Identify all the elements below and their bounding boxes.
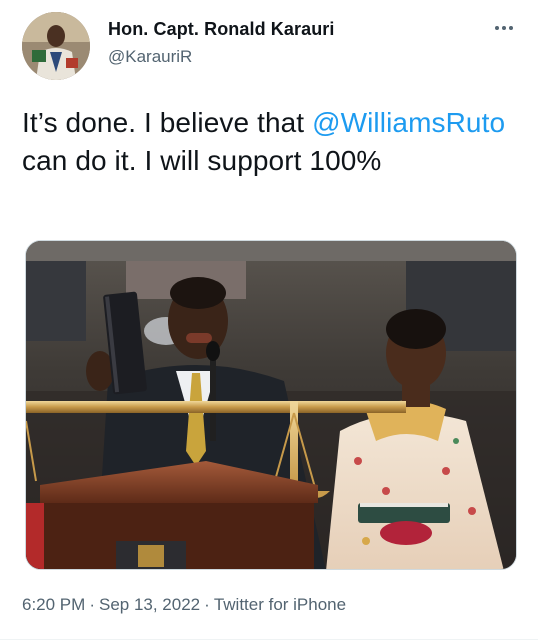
tweet-time[interactable]: 6:20 PM <box>22 595 85 614</box>
avatar[interactable] <box>22 12 90 80</box>
mention-link[interactable]: @WilliamsRuto <box>312 107 505 138</box>
tweet-text-before: It’s done. I believe that <box>22 107 313 138</box>
more-horizontal-icon <box>502 26 506 30</box>
author-names: Hon. Capt. Ronald Karauri @KarauriR <box>108 18 335 68</box>
author-display-name[interactable]: Hon. Capt. Ronald Karauri <box>108 18 335 40</box>
tweet-photo[interactable] <box>25 240 517 570</box>
meta-separator: · <box>89 595 95 614</box>
more-horizontal-icon <box>509 26 513 30</box>
photo-image <box>26 241 516 569</box>
author-handle[interactable]: @KarauriR <box>108 46 335 68</box>
tweet-text-after: can do it. I will support 100% <box>22 145 382 176</box>
tweet-header: Hon. Capt. Ronald Karauri @KarauriR <box>22 12 522 82</box>
divider <box>0 639 538 640</box>
tweet-date[interactable]: Sep 13, 2022 <box>99 595 200 614</box>
tweet[interactable]: Hon. Capt. Ronald Karauri @KarauriR It’s… <box>0 0 538 644</box>
tweet-text: It’s done. I believe that @WilliamsRuto … <box>22 104 522 180</box>
more-horizontal-icon <box>495 26 499 30</box>
more-options-button[interactable] <box>492 18 516 38</box>
meta-separator: · <box>204 595 210 614</box>
avatar-image <box>22 12 90 80</box>
tweet-meta: 6:20 PM · Sep 13, 2022 · Twitter for iPhone <box>22 594 346 616</box>
tweet-source[interactable]: Twitter for iPhone <box>214 595 346 614</box>
